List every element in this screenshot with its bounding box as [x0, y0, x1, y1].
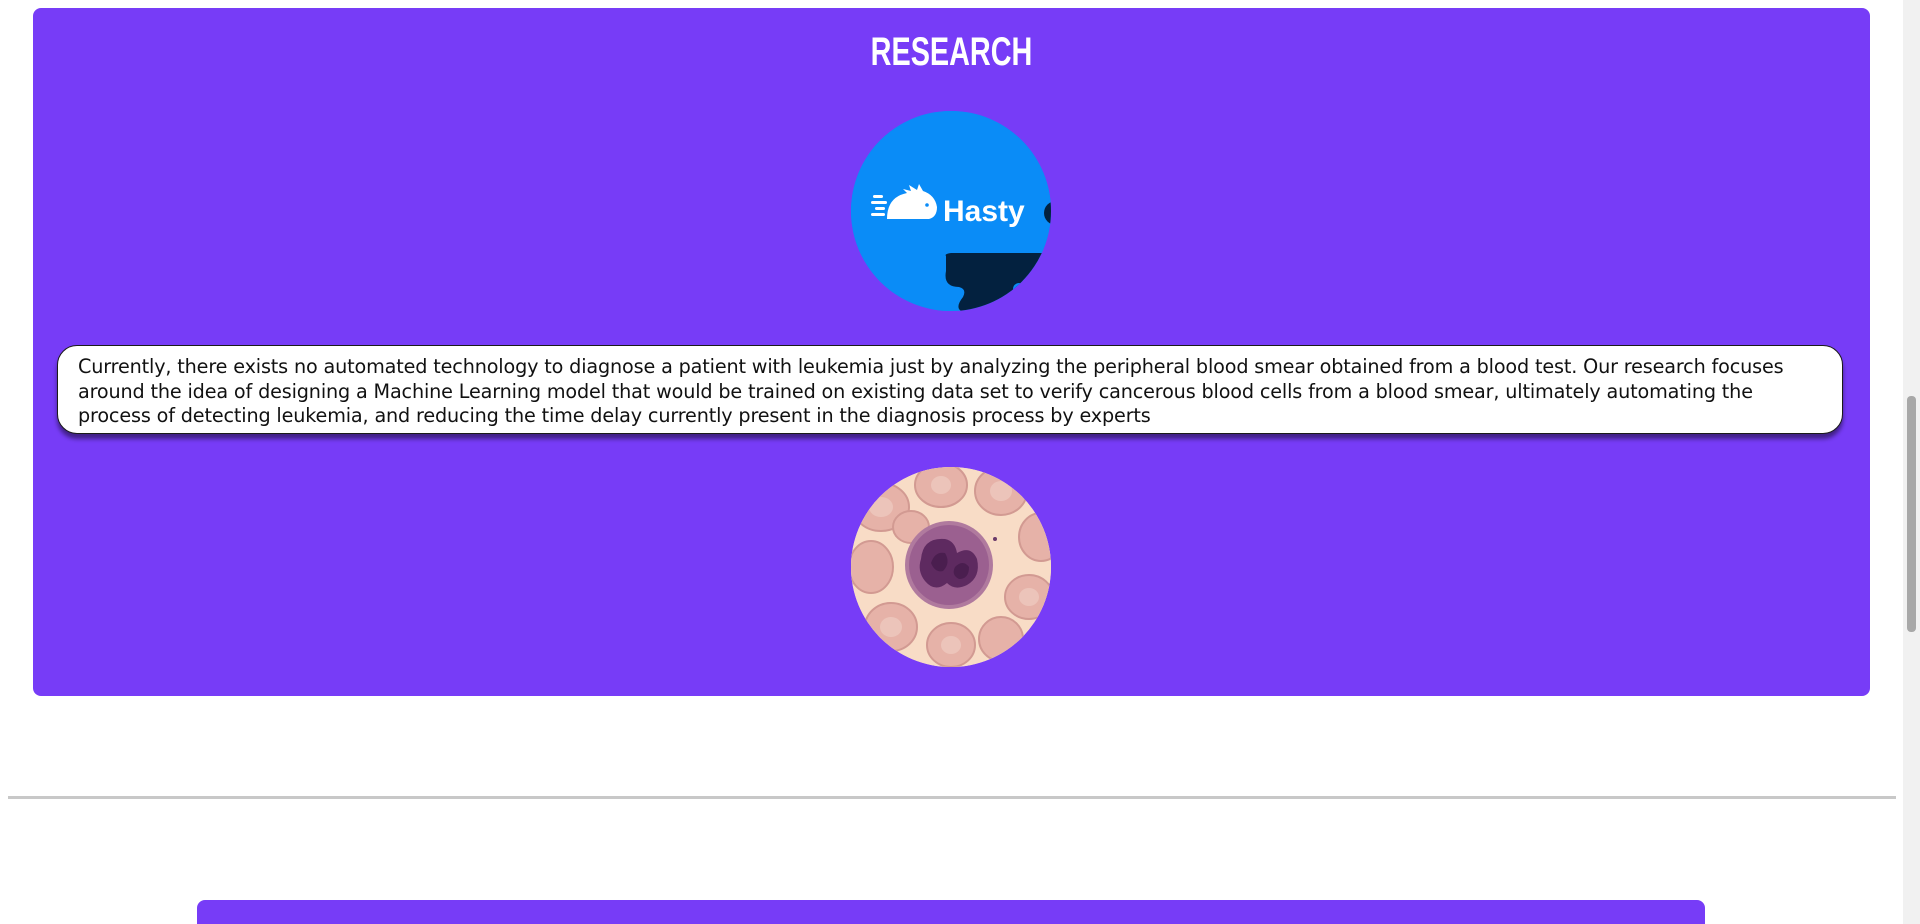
- hasty-logo-text: Hasty: [943, 195, 1025, 228]
- research-section: RESEARCH Hasty Currently, there exists n…: [33, 8, 1870, 696]
- research-description-card: Currently, there exists no automated tec…: [57, 345, 1843, 434]
- next-section: [197, 900, 1705, 924]
- scrollbar-thumb[interactable]: [1907, 396, 1916, 632]
- research-description: Currently, there exists no automated tec…: [78, 355, 1784, 427]
- hasty-logo-graphic: Hasty: [851, 111, 1051, 311]
- research-title: RESEARCH: [870, 30, 1033, 74]
- page: RESEARCH Hasty Currently, there exists n…: [0, 0, 1920, 924]
- blood-smear-graphic: [851, 467, 1051, 667]
- vertical-scrollbar[interactable]: [1903, 0, 1920, 924]
- hasty-logo: Hasty: [851, 111, 1051, 311]
- blood-smear-image: [851, 467, 1051, 667]
- section-divider: [8, 796, 1896, 799]
